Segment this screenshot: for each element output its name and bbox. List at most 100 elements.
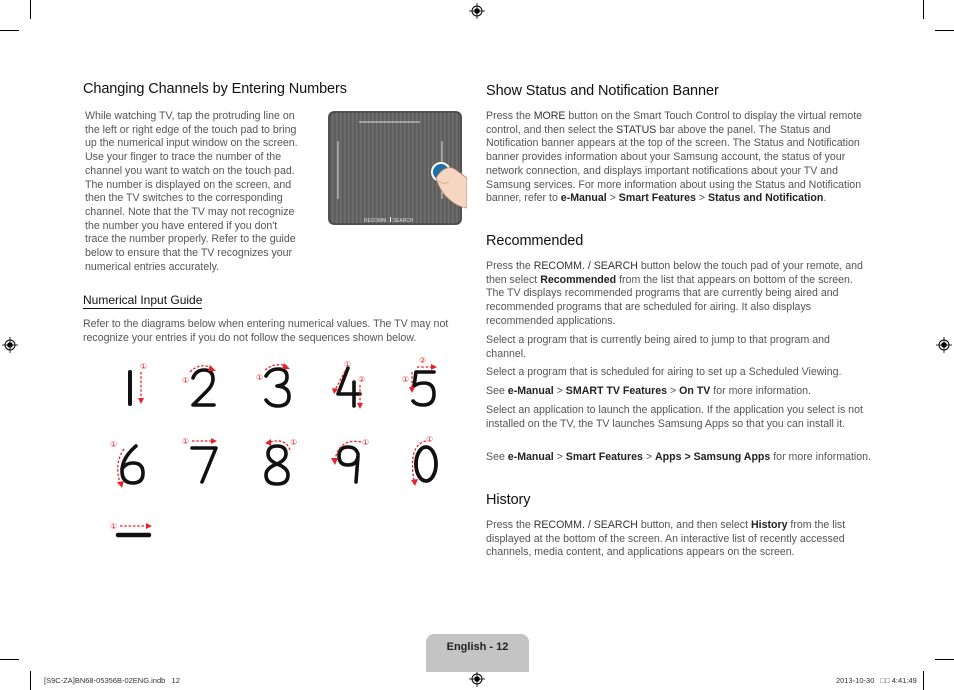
registration-mark-icon xyxy=(2,337,18,353)
text-line: the left or right edge of the touch pad … xyxy=(85,123,297,136)
crop-mark xyxy=(0,30,19,31)
text-line: up the numerical input window on the scr… xyxy=(85,137,298,150)
text-line: Use your finger to trace the number of t… xyxy=(85,151,282,164)
text: for more information. xyxy=(770,451,871,463)
digit-4-diagram: ① ② xyxy=(332,360,365,409)
step-1-mark: ① xyxy=(344,360,351,369)
menu-path-e-manual: e-Manual xyxy=(560,192,607,205)
path-separator: > xyxy=(606,192,619,205)
crop-mark xyxy=(935,30,954,31)
section-heading-status-banner: Show Status and Notification Banner xyxy=(486,83,719,99)
section-heading-changing-channels: Changing Channels by Entering Numbers xyxy=(83,81,347,97)
text: . xyxy=(823,192,827,205)
print-slug-file: [S9C-ZA]BN68-05356B-02ENG.indb 12 xyxy=(44,676,180,685)
step-1-mark: ① xyxy=(110,522,117,531)
menu-path-smart-tv-features: SMART TV Features xyxy=(565,385,668,397)
step-1-mark: ① xyxy=(182,376,189,385)
digit-3-diagram: ① xyxy=(256,363,291,408)
recommended-paragraph-2: Select a program that is currently being… xyxy=(486,334,830,360)
history-option-ref: History xyxy=(750,519,788,531)
step-1-mark: ① xyxy=(362,438,369,447)
text: for more information. xyxy=(710,385,812,397)
crop-mark xyxy=(0,659,19,660)
crop-mark xyxy=(935,659,954,660)
touchpad-illustration: RECOMM. SEARCH xyxy=(328,111,467,227)
text-line: then the TV switches to the correspondin… xyxy=(85,192,283,205)
step-1-mark: ① xyxy=(290,438,297,447)
recomm-search-button-ref: RECOMM. / SEARCH xyxy=(533,260,638,272)
guide-paragraph: Refer to the diagrams below when enterin… xyxy=(83,318,468,345)
text-line: the number you have entered if you don't xyxy=(85,219,278,232)
recomm-label: RECOMM. xyxy=(364,218,388,224)
history-paragraph: Press the RECOMM. / SEARCH button, and t… xyxy=(486,519,872,560)
menu-path-smart-features: Smart Features xyxy=(618,192,696,205)
page-number-tab: English - 12 xyxy=(426,634,529,672)
status-paragraph: Press the MORE button on the Smart Touch… xyxy=(486,110,872,206)
dash-diagram: ① xyxy=(110,522,152,538)
print-slug-timestamp: 2013-10-30 □□ 4:41:49 xyxy=(836,676,917,685)
path-separator: > xyxy=(642,451,656,463)
path-separator: > xyxy=(695,192,709,205)
text: See xyxy=(486,385,508,397)
text-line: channel. Note that the TV may not recogn… xyxy=(85,205,295,218)
step-1-mark: ① xyxy=(140,362,147,371)
digit-7-diagram: ① xyxy=(182,437,218,484)
text-line: channel you want to watch on the touch p… xyxy=(85,164,295,177)
text-line: numerical entries accurately. xyxy=(85,260,220,273)
status-bar-ref: STATUS xyxy=(616,123,657,136)
menu-path-on-tv: On TV xyxy=(679,385,711,397)
registration-mark-icon xyxy=(469,671,485,687)
registration-mark-icon xyxy=(469,3,485,19)
text-line: below to ensure that the TV recognizes y… xyxy=(85,247,293,260)
text: Press the xyxy=(486,110,534,122)
step-1-mark: ① xyxy=(402,375,409,384)
recomm-search-button-ref: RECOMM. / SEARCH xyxy=(533,519,638,531)
crop-mark xyxy=(30,0,31,19)
digit-5-diagram: ① ② xyxy=(402,356,437,407)
path-separator: > xyxy=(553,451,566,463)
step-1-mark: ① xyxy=(256,373,263,382)
text-line: recognize your entries if you do not fol… xyxy=(83,331,417,344)
intro-paragraph: While watching TV, tap the protruding li… xyxy=(85,110,320,274)
path-separator: > xyxy=(667,385,680,397)
text-line: While watching TV, tap the protruding li… xyxy=(85,110,295,122)
text-line: trace the number properly. Refer to the … xyxy=(85,233,296,246)
recommended-option-ref: Recommended xyxy=(540,273,617,286)
menu-path-smart-features: Smart Features xyxy=(565,451,643,463)
step-2-mark: ② xyxy=(358,375,365,384)
text-line: The number is displayed on the screen, a… xyxy=(85,178,292,191)
text: Press the xyxy=(486,519,534,531)
crop-mark xyxy=(923,0,924,19)
digit-0-diagram: ① xyxy=(411,435,438,486)
path-separator: > xyxy=(553,385,566,397)
digit-9-diagram: ① xyxy=(331,438,369,484)
recommended-paragraph-5: Select an application to launch the appl… xyxy=(486,404,863,430)
menu-path-status-notification: Status and Notification xyxy=(708,192,824,205)
text: Press the xyxy=(486,260,534,272)
touchpad-button-labels: RECOMM. SEARCH xyxy=(364,217,413,224)
recommended-paragraph-1: Press the RECOMM. / SEARCH button below … xyxy=(486,260,872,329)
crop-mark xyxy=(30,671,31,690)
digit-8-diagram: ① xyxy=(264,438,297,486)
text: See xyxy=(486,451,508,463)
menu-path-e-manual: e-Manual xyxy=(507,385,554,397)
recommended-paragraph-4: See e-Manual > SMART TV Features > On TV… xyxy=(486,385,872,399)
guide-heading: Numerical Input Guide xyxy=(83,293,203,309)
section-heading-recommended: Recommended xyxy=(486,233,584,249)
more-button-ref: MORE xyxy=(533,110,566,122)
recommended-paragraph-6: See e-Manual > Smart Features > Apps > S… xyxy=(486,451,872,465)
digit-1-diagram: ① xyxy=(128,362,147,406)
recommended-paragraph-3: Select a program that is scheduled for a… xyxy=(486,366,842,378)
menu-path-samsung-apps: Apps > Samsung Apps xyxy=(655,451,771,463)
text-line: Refer to the diagrams below when enterin… xyxy=(83,318,449,330)
search-label: SEARCH xyxy=(393,218,414,224)
step-2-mark: ② xyxy=(419,356,426,365)
digit-6-diagram: ① xyxy=(110,440,145,488)
step-1-mark: ① xyxy=(182,437,189,446)
crop-mark xyxy=(923,671,924,690)
menu-path-e-manual: e-Manual xyxy=(507,451,554,463)
section-heading-history: History xyxy=(486,492,531,508)
step-1-mark: ① xyxy=(110,440,117,449)
digit-2-diagram: ① xyxy=(182,365,216,407)
step-1-mark: ① xyxy=(426,435,433,444)
